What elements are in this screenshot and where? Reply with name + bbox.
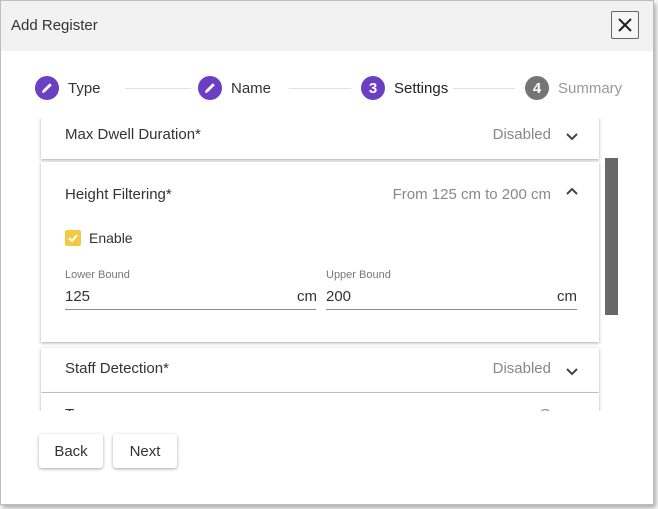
upper-bound-input[interactable]: 200 [326,288,351,305]
pencil-icon [42,83,52,93]
max-dwell-panel[interactable]: Max Dwell Duration* Disabled [41,119,599,159]
step-type[interactable]: Type [35,75,101,101]
step-label: Type [68,79,101,97]
panel-value: From 125 cm to 200 cm [392,186,551,203]
lower-bound-unit: cm [297,288,317,305]
enable-label: Enable [89,230,133,246]
upper-bound-label: Upper Bound [326,269,391,281]
add-register-dialog: Add Register Type Name 3 Settings 4 Summ… [0,0,654,505]
lower-bound-label: Lower Bound [65,269,130,281]
height-filtering-panel: Height Filtering* From 125 cm to 200 cm … [41,162,599,342]
lower-bound-underline [65,309,316,310]
step-label: Name [231,79,272,97]
next-button[interactable]: Next [113,434,177,468]
panel-value: Disabled [492,360,551,377]
panel-value: O [539,406,551,411]
step-label: Settings [394,79,449,97]
dialog-header: Add Register [1,1,653,51]
step-name[interactable]: Name [198,75,271,101]
settings-scroll-area[interactable]: Max Dwell Duration* Disabled Height Filt… [31,119,621,411]
step-circle [198,76,222,100]
upper-bound-underline [326,309,577,310]
pencil-icon [205,83,215,93]
step-settings[interactable]: 3 Settings [361,75,448,101]
lower-bound-input[interactable]: 125 [65,288,90,305]
check-icon [68,234,78,243]
panel-title: Max Dwell Duration* [65,126,201,143]
enable-checkbox[interactable] [65,230,81,246]
chevron-up-icon[interactable] [565,185,579,199]
step-circle [35,76,59,100]
chevron-down-icon[interactable] [565,129,579,143]
dialog-title: Add Register [11,17,98,34]
stepper-connector [125,88,191,89]
step-number: 4 [525,76,549,100]
upper-bound-unit: cm [557,288,577,305]
chevron-down-icon[interactable] [565,364,579,378]
scrollbar-thumb[interactable] [605,158,618,315]
next-settings-panel[interactable]: T O [41,393,599,411]
step-summary[interactable]: 4 Summary [525,75,622,101]
panel-title: T [65,406,74,411]
staff-detection-panel[interactable]: Staff Detection* Disabled [41,348,599,392]
panel-value: Disabled [492,126,551,143]
stepper-connector [453,88,515,89]
close-button[interactable] [611,11,639,39]
back-button[interactable]: Back [39,434,103,468]
panel-title[interactable]: Height Filtering* [65,186,172,203]
stepper-connector [289,88,351,89]
panel-title: Staff Detection* [65,360,169,377]
close-icon [618,18,632,32]
step-number: 3 [361,76,385,100]
step-label: Summary [558,79,623,97]
